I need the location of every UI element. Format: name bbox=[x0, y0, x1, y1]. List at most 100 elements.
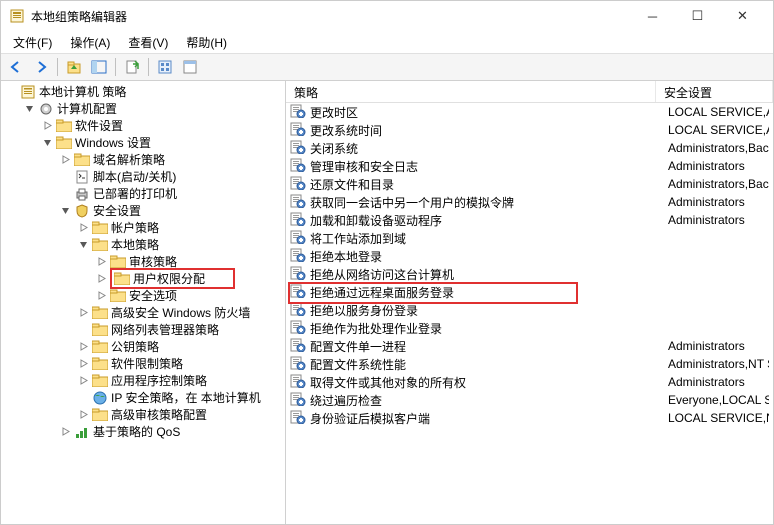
menu-action[interactable]: 操作(A) bbox=[62, 32, 118, 53]
tree-item-scripts[interactable]: 脚本(启动/关机) bbox=[1, 168, 285, 185]
tree-item-root[interactable]: 本地计算机 策略 bbox=[1, 83, 285, 100]
policy-setting: Administrators,NT SE bbox=[668, 357, 769, 371]
folder-icon bbox=[114, 271, 130, 287]
tree-spacer bbox=[5, 85, 18, 98]
forward-button[interactable] bbox=[30, 56, 52, 78]
policy-icon bbox=[290, 158, 306, 174]
tree-item-app-control[interactable]: 应用程序控制策略 bbox=[1, 372, 285, 389]
expand-icon[interactable] bbox=[77, 357, 90, 370]
tree-label: 网络列表管理器策略 bbox=[111, 321, 219, 338]
policy-row[interactable]: 拒绝以服务身份登录 bbox=[286, 301, 773, 319]
refresh-button[interactable] bbox=[154, 56, 176, 78]
tree-item-advanced-audit[interactable]: 高级审核策略配置 bbox=[1, 406, 285, 423]
policy-row[interactable]: 将工作站添加到域 bbox=[286, 229, 773, 247]
policy-row[interactable]: 更改时区LOCAL SERVICE,Adm bbox=[286, 103, 773, 121]
expand-icon[interactable] bbox=[95, 289, 108, 302]
properties-button[interactable] bbox=[179, 56, 201, 78]
expand-icon[interactable] bbox=[77, 408, 90, 421]
tree-item-software-restriction[interactable]: 软件限制策略 bbox=[1, 355, 285, 372]
tree-item-ip-security[interactable]: IP 安全策略，在 本地计算机 bbox=[1, 389, 285, 406]
policy-row[interactable]: 拒绝作为批处理作业登录 bbox=[286, 319, 773, 337]
policy-setting: Administrators,Backu bbox=[668, 141, 769, 155]
expand-icon[interactable] bbox=[59, 425, 72, 438]
tree-panel[interactable]: 本地计算机 策略计算机配置软件设置Windows 设置域名解析策略脚本(启动/关… bbox=[1, 81, 286, 524]
expand-icon[interactable] bbox=[59, 153, 72, 166]
folder-icon bbox=[74, 203, 90, 219]
policy-row[interactable]: 身份验证后模拟客户端LOCAL SERVICE,NET. bbox=[286, 409, 773, 427]
collapse-icon[interactable] bbox=[41, 136, 54, 149]
folder-icon bbox=[92, 407, 108, 423]
policy-setting: Administrators bbox=[668, 339, 769, 353]
show-hide-tree-button[interactable] bbox=[88, 56, 110, 78]
policy-row[interactable]: 取得文件或其他对象的所有权Administrators bbox=[286, 373, 773, 391]
expand-icon[interactable] bbox=[95, 255, 108, 268]
policy-name: 拒绝通过远程桌面服务登录 bbox=[310, 284, 668, 301]
tree-item-account-policies[interactable]: 帐户策略 bbox=[1, 219, 285, 236]
tree-item-public-key[interactable]: 公钥策略 bbox=[1, 338, 285, 355]
policy-name: 更改系统时间 bbox=[310, 122, 668, 139]
tree-item-name-resolution[interactable]: 域名解析策略 bbox=[1, 151, 285, 168]
tree-item-network-list[interactable]: 网络列表管理器策略 bbox=[1, 321, 285, 338]
expand-icon[interactable] bbox=[77, 340, 90, 353]
policy-name: 更改时区 bbox=[310, 104, 668, 121]
menu-file[interactable]: 文件(F) bbox=[5, 32, 60, 53]
tree-item-security-settings[interactable]: 安全设置 bbox=[1, 202, 285, 219]
close-button[interactable]: ✕ bbox=[720, 2, 765, 30]
policy-name: 配置文件系统性能 bbox=[310, 356, 668, 373]
menu-help[interactable]: 帮助(H) bbox=[178, 32, 235, 53]
policy-icon bbox=[290, 104, 306, 120]
expand-icon[interactable] bbox=[77, 374, 90, 387]
policy-row[interactable]: 配置文件系统性能Administrators,NT SE bbox=[286, 355, 773, 373]
expand-icon[interactable] bbox=[95, 272, 108, 285]
policy-setting: Administrators,Backu bbox=[668, 177, 769, 191]
policy-name: 关闭系统 bbox=[310, 140, 668, 157]
up-button[interactable] bbox=[63, 56, 85, 78]
policy-row[interactable]: 加载和卸载设备驱动程序Administrators bbox=[286, 211, 773, 229]
policy-row[interactable]: 拒绝本地登录 bbox=[286, 247, 773, 265]
export-button[interactable] bbox=[121, 56, 143, 78]
expand-icon[interactable] bbox=[77, 221, 90, 234]
policy-row[interactable]: 绕过遍历检查Everyone,LOCAL SER bbox=[286, 391, 773, 409]
back-button[interactable] bbox=[5, 56, 27, 78]
policy-row[interactable]: 还原文件和目录Administrators,Backu bbox=[286, 175, 773, 193]
tree-label: 安全设置 bbox=[93, 202, 141, 219]
maximize-button[interactable]: ☐ bbox=[675, 2, 720, 30]
column-policy[interactable]: 策略 bbox=[286, 81, 656, 102]
collapse-icon[interactable] bbox=[23, 102, 36, 115]
tree-label: 帐户策略 bbox=[111, 219, 159, 236]
minimize-button[interactable]: ─ bbox=[630, 2, 675, 30]
policy-setting: Administrators bbox=[668, 375, 769, 389]
folder-icon bbox=[92, 339, 108, 355]
tree-item-local-policies[interactable]: 本地策略 bbox=[1, 236, 285, 253]
policy-name: 拒绝作为批处理作业登录 bbox=[310, 320, 668, 337]
tree-item-computer-config[interactable]: 计算机配置 bbox=[1, 100, 285, 117]
tree-label: 安全选项 bbox=[129, 287, 177, 304]
column-security-setting[interactable]: 安全设置 bbox=[656, 81, 773, 102]
collapse-icon[interactable] bbox=[59, 204, 72, 217]
policy-row[interactable]: 更改系统时间LOCAL SERVICE,Adm bbox=[286, 121, 773, 139]
list-panel[interactable]: 策略 安全设置 更改时区LOCAL SERVICE,Adm更改系统时间LOCAL… bbox=[286, 81, 773, 524]
policy-row[interactable]: 拒绝通过远程桌面服务登录 bbox=[286, 283, 773, 301]
policy-setting: Everyone,LOCAL SER bbox=[668, 393, 769, 407]
policy-row[interactable]: 关闭系统Administrators,Backu bbox=[286, 139, 773, 157]
expand-icon[interactable] bbox=[77, 306, 90, 319]
tree-item-windows-settings[interactable]: Windows 设置 bbox=[1, 134, 285, 151]
expand-icon[interactable] bbox=[41, 119, 54, 132]
policy-row[interactable]: 拒绝从网络访问这台计算机 bbox=[286, 265, 773, 283]
policy-name: 获取同一会话中另一个用户的模拟令牌 bbox=[310, 194, 668, 211]
tree-item-security-options[interactable]: 安全选项 bbox=[1, 287, 285, 304]
collapse-icon[interactable] bbox=[77, 238, 90, 251]
menu-view[interactable]: 查看(V) bbox=[120, 32, 176, 53]
tree-item-windows-firewall[interactable]: 高级安全 Windows 防火墙 bbox=[1, 304, 285, 321]
tree-spacer bbox=[77, 391, 90, 404]
policy-row[interactable]: 配置文件单一进程Administrators bbox=[286, 337, 773, 355]
tree-item-policy-qos[interactable]: 基于策略的 QoS bbox=[1, 423, 285, 440]
tree-label: 软件设置 bbox=[75, 117, 123, 134]
policy-icon bbox=[290, 212, 306, 228]
tree-item-user-rights[interactable]: 用户权限分配 bbox=[1, 270, 285, 287]
tree-item-deployed-printers[interactable]: 已部署的打印机 bbox=[1, 185, 285, 202]
tree-item-software-settings[interactable]: 软件设置 bbox=[1, 117, 285, 134]
policy-name: 管理审核和安全日志 bbox=[310, 158, 668, 175]
policy-row[interactable]: 管理审核和安全日志Administrators bbox=[286, 157, 773, 175]
policy-row[interactable]: 获取同一会话中另一个用户的模拟令牌Administrators bbox=[286, 193, 773, 211]
